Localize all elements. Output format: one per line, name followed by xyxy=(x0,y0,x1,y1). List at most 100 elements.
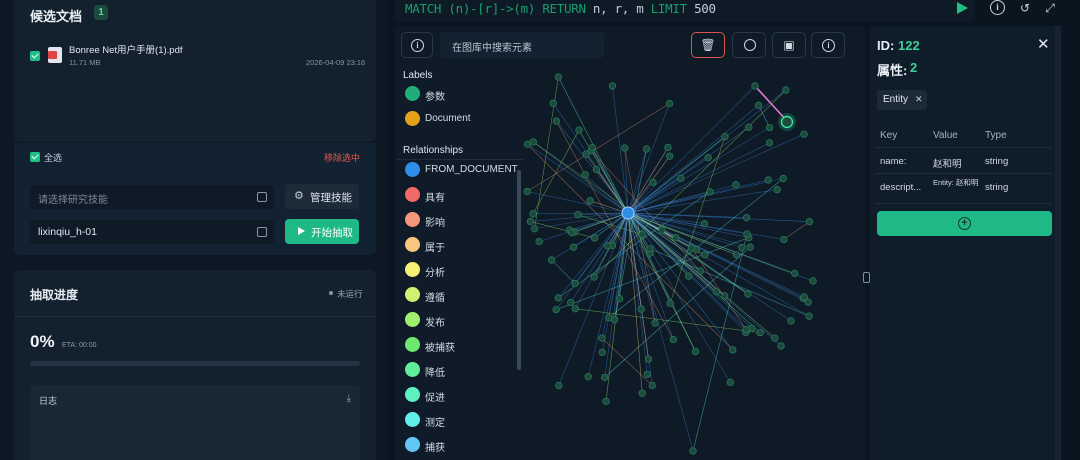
graph-node[interactable] xyxy=(582,150,590,158)
graph-node[interactable] xyxy=(575,126,583,134)
graph-node[interactable] xyxy=(554,294,562,302)
graph-node[interactable] xyxy=(571,305,579,313)
graph-node[interactable] xyxy=(658,226,666,234)
graph-node[interactable] xyxy=(704,154,712,162)
details-button[interactable]: i xyxy=(811,32,845,58)
graph-node[interactable] xyxy=(529,138,537,146)
graph-node[interactable] xyxy=(677,174,685,182)
graph-node[interactable] xyxy=(637,305,645,313)
graph-node[interactable] xyxy=(756,329,764,337)
properties-scrollbar[interactable] xyxy=(1055,26,1061,460)
graph-node[interactable] xyxy=(651,319,659,327)
selected-node[interactable] xyxy=(780,115,794,129)
graph-node[interactable] xyxy=(664,143,672,152)
graph-node[interactable] xyxy=(642,145,651,153)
graph-node[interactable] xyxy=(743,230,751,238)
layout-button[interactable] xyxy=(732,32,766,58)
table-row[interactable]: descript... Entity: 赵和明 string xyxy=(875,174,1052,204)
graph-node[interactable] xyxy=(586,197,594,205)
graph-node[interactable] xyxy=(721,133,729,141)
run-query-button[interactable] xyxy=(957,2,968,14)
graph-node[interactable] xyxy=(616,295,624,303)
remove-selected-link[interactable]: 移除选中 xyxy=(324,151,360,164)
graph-node[interactable] xyxy=(591,234,599,242)
graph-node[interactable] xyxy=(621,144,629,152)
graph-node[interactable] xyxy=(691,347,700,356)
graph-node[interactable] xyxy=(746,243,754,251)
property-value[interactable]: 赵和明 xyxy=(933,156,962,170)
graph-node[interactable] xyxy=(721,292,729,300)
panel-resize-handle[interactable] xyxy=(863,272,870,283)
graph-node[interactable] xyxy=(696,267,704,275)
graph-node[interactable] xyxy=(779,174,787,183)
graph-node[interactable] xyxy=(780,235,788,244)
graph-node[interactable] xyxy=(643,370,651,378)
graph-node[interactable] xyxy=(608,82,617,90)
add-property-button[interactable]: + xyxy=(877,211,1052,236)
graph-node[interactable] xyxy=(526,217,535,226)
graph-node[interactable] xyxy=(700,220,709,228)
graph-node[interactable] xyxy=(685,272,693,280)
remove-label-icon[interactable]: ✕ xyxy=(915,94,923,105)
expand-icon[interactable]: ⤢ xyxy=(1042,0,1058,16)
export-image-button[interactable]: ▣ xyxy=(772,32,806,58)
info-icon[interactable]: i xyxy=(990,0,1005,15)
document-name[interactable]: Bonree Net用户手册(1).pdf xyxy=(69,42,183,56)
close-icon[interactable]: ✕ xyxy=(1037,35,1050,53)
graph-node[interactable] xyxy=(687,244,696,252)
skill-select[interactable]: 请选择研究技能 xyxy=(30,185,274,209)
graph-node[interactable] xyxy=(744,290,752,298)
graph-node[interactable] xyxy=(738,244,746,252)
delete-button[interactable]: 🗑 xyxy=(691,32,725,58)
download-icon[interactable]: ⤓ xyxy=(347,393,351,404)
document-hub-node[interactable] xyxy=(621,206,635,220)
cypher-query-input[interactable]: MATCH (n)-[r]->(m) RETURN n, r, m LIMIT … xyxy=(395,0,975,22)
legend-scrollbar[interactable] xyxy=(517,170,521,370)
graph-node[interactable] xyxy=(604,242,612,250)
graph-node[interactable] xyxy=(592,165,600,174)
graph-node[interactable] xyxy=(571,279,579,288)
graph-node[interactable] xyxy=(701,251,709,259)
graph-node[interactable] xyxy=(782,86,790,94)
graph-node[interactable] xyxy=(771,334,779,342)
graph-node[interactable] xyxy=(666,299,674,307)
graph-node[interactable] xyxy=(638,230,646,239)
graph-node[interactable] xyxy=(755,101,763,109)
graph-node[interactable] xyxy=(809,277,817,285)
select-all-checkbox[interactable] xyxy=(30,152,40,162)
graph-node[interactable] xyxy=(568,229,576,237)
graph-node[interactable] xyxy=(751,82,759,90)
document-checkbox[interactable] xyxy=(30,51,40,61)
graph-node[interactable] xyxy=(581,171,589,179)
entity-label-chip[interactable]: Entity ✕ xyxy=(877,90,927,110)
graph-node[interactable] xyxy=(602,397,610,406)
graph-node[interactable] xyxy=(800,293,808,301)
table-row[interactable]: name: 赵和明 string xyxy=(875,148,1052,174)
graph-node[interactable] xyxy=(649,178,657,186)
graph-node[interactable] xyxy=(726,378,734,386)
graph-node[interactable] xyxy=(605,314,613,322)
graph-node[interactable] xyxy=(574,211,582,219)
graph-node[interactable] xyxy=(732,251,741,259)
graph-node[interactable] xyxy=(646,245,654,253)
graph-node[interactable] xyxy=(764,176,772,184)
graph-search-input[interactable]: 在图库中搜索元素 xyxy=(440,32,604,58)
graph-node[interactable] xyxy=(729,346,737,354)
graph-node[interactable] xyxy=(706,188,714,196)
graph-node[interactable] xyxy=(644,355,653,363)
graph-canvas[interactable] xyxy=(523,66,865,460)
knowledge-base-select[interactable]: lixinqiu_h-01 xyxy=(30,220,274,244)
graph-node[interactable] xyxy=(742,214,751,222)
graph-node[interactable] xyxy=(549,99,557,107)
graph-node[interactable] xyxy=(567,298,575,307)
manage-skills-button[interactable]: ⚙ 管理技能 xyxy=(285,184,359,209)
graph-node[interactable] xyxy=(598,348,606,356)
property-value[interactable]: Entity: 赵和明 xyxy=(933,178,981,188)
graph-node[interactable] xyxy=(588,144,596,152)
graph-node[interactable] xyxy=(523,187,531,196)
graph-node[interactable] xyxy=(732,181,740,189)
graph-node[interactable] xyxy=(648,381,656,390)
graph-node[interactable] xyxy=(569,243,578,251)
graph-node[interactable] xyxy=(805,312,813,320)
graph-node[interactable] xyxy=(552,117,561,125)
